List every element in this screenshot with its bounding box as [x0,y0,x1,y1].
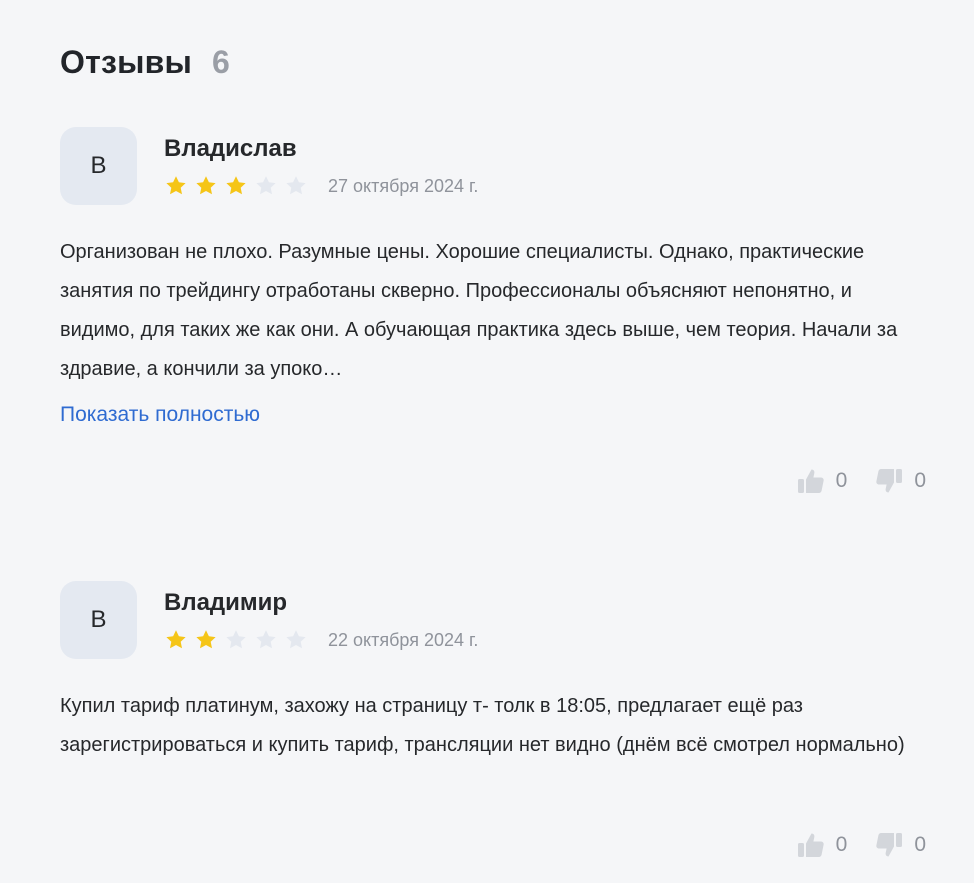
star-filled-icon [224,174,248,198]
star-filled-icon [194,174,218,198]
rating-row: 27 октября 2024 г. [164,174,478,198]
thumbs-up-icon [795,465,827,497]
like-count: 0 [835,833,848,856]
review-header: В Владимир 22 октября 2024 г. [60,581,926,659]
reviews-header: Отзывы 6 [60,44,230,81]
thumbs-down-icon [873,465,905,497]
thumbs-down-icon [873,829,905,861]
rating-row: 22 октября 2024 г. [164,628,478,652]
dislike-button[interactable]: 0 [873,465,926,497]
dislike-count: 0 [914,833,926,856]
star-empty-icon [284,628,308,652]
author-name: Владимир [164,589,288,616]
review-text: Организован не плохо. Разумные цены. Хор… [60,241,898,380]
star-filled-icon [164,628,188,652]
review-meta: Владимир 22 октября 2024 г. [164,581,478,652]
review-card: В Владислав 27 октября 2024 г. Организов… [60,127,926,493]
thumbs-up-icon [795,829,827,861]
review-header: В Владислав 27 октября 2024 г. [60,127,926,205]
review-meta: Владислав 27 октября 2024 г. [164,127,478,198]
review-text: Купил тариф платинум, захожу на страницу… [60,695,905,756]
like-count: 0 [835,469,848,492]
review-date: 27 октября 2024 г. [328,175,479,196]
review-date: 22 октября 2024 г. [328,629,479,650]
vote-bar: 0 0 [769,829,926,861]
star-filled-icon [164,174,188,198]
dislike-button[interactable]: 0 [873,829,926,861]
dislike-count: 0 [914,469,926,492]
show-more-link[interactable]: Показать полностью [60,403,260,427]
reviews-title: Отзывы [60,44,192,80]
star-empty-icon [254,628,278,652]
vote-bar: 0 0 [769,465,926,497]
review-card: В Владимир 22 октября 2024 г. Купил тари… [60,581,926,857]
like-button[interactable]: 0 [795,465,848,497]
star-empty-icon [284,174,308,198]
reviews-page: Отзывы 6 В Владислав 27 октября 2024 г. … [0,0,974,883]
reviews-count: 6 [212,44,230,80]
star-empty-icon [254,174,278,198]
author-name: Владислав [164,135,297,162]
star-empty-icon [224,628,248,652]
star-filled-icon [194,628,218,652]
avatar: В [60,127,137,205]
like-button[interactable]: 0 [795,829,848,861]
star-rating [164,174,314,198]
star-rating [164,628,314,652]
avatar: В [60,581,137,659]
